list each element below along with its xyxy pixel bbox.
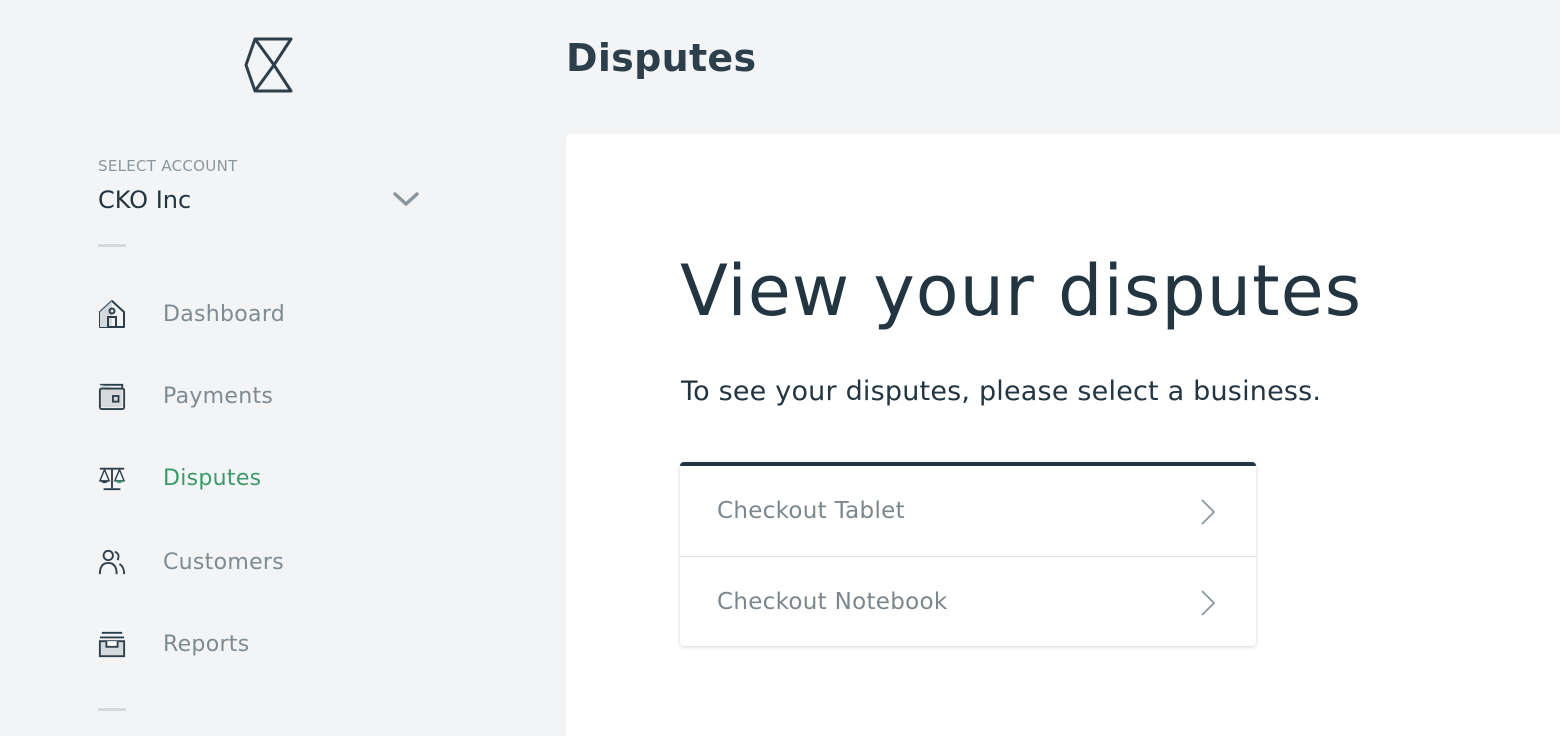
business-list: Checkout Tablet Checkout Notebook bbox=[680, 462, 1256, 646]
sidebar-item-label: Customers bbox=[163, 549, 285, 575]
main-panel: View your disputes To see your disputes,… bbox=[566, 134, 1560, 736]
divider bbox=[98, 708, 126, 711]
panel-heading: View your disputes bbox=[680, 250, 1363, 332]
wallet-icon bbox=[98, 380, 126, 412]
home-icon bbox=[98, 298, 126, 330]
sidebar-item-label: Disputes bbox=[163, 465, 262, 491]
scales-icon bbox=[98, 462, 126, 494]
sidebar-item-label: Dashboard bbox=[163, 301, 286, 327]
sidebar-item-reports[interactable]: Reports bbox=[98, 622, 518, 666]
sidebar-item-label: Payments bbox=[163, 383, 274, 409]
sidebar-item-dashboard[interactable]: Dashboard bbox=[98, 292, 518, 336]
business-item[interactable]: Checkout Notebook bbox=[680, 556, 1256, 646]
divider bbox=[98, 244, 126, 247]
app-root: SELECT ACCOUNT CKO Inc Dashboard Payment… bbox=[0, 0, 1560, 736]
sidebar-item-customers[interactable]: Customers bbox=[98, 540, 518, 584]
page-title: Disputes bbox=[566, 36, 757, 80]
account-name[interactable]: CKO Inc bbox=[98, 186, 191, 214]
sidebar-item-label: Reports bbox=[163, 631, 250, 657]
business-label: Checkout Tablet bbox=[717, 498, 905, 524]
chevron-down-icon[interactable] bbox=[393, 190, 419, 208]
archive-icon bbox=[98, 628, 126, 660]
panel-subheading: To see your disputes, please select a bu… bbox=[681, 376, 1322, 407]
business-item[interactable]: Checkout Tablet bbox=[680, 466, 1256, 556]
business-label: Checkout Notebook bbox=[717, 588, 948, 615]
users-icon bbox=[98, 546, 126, 578]
chevron-right-icon bbox=[1201, 499, 1216, 525]
sidebar-item-disputes[interactable]: Disputes bbox=[98, 456, 518, 500]
checkout-logo-icon[interactable] bbox=[244, 37, 294, 93]
select-account-label: SELECT ACCOUNT bbox=[98, 157, 238, 175]
sidebar: SELECT ACCOUNT CKO Inc Dashboard Payment… bbox=[0, 0, 566, 736]
chevron-right-icon bbox=[1201, 590, 1216, 616]
sidebar-item-payments[interactable]: Payments bbox=[98, 374, 518, 418]
